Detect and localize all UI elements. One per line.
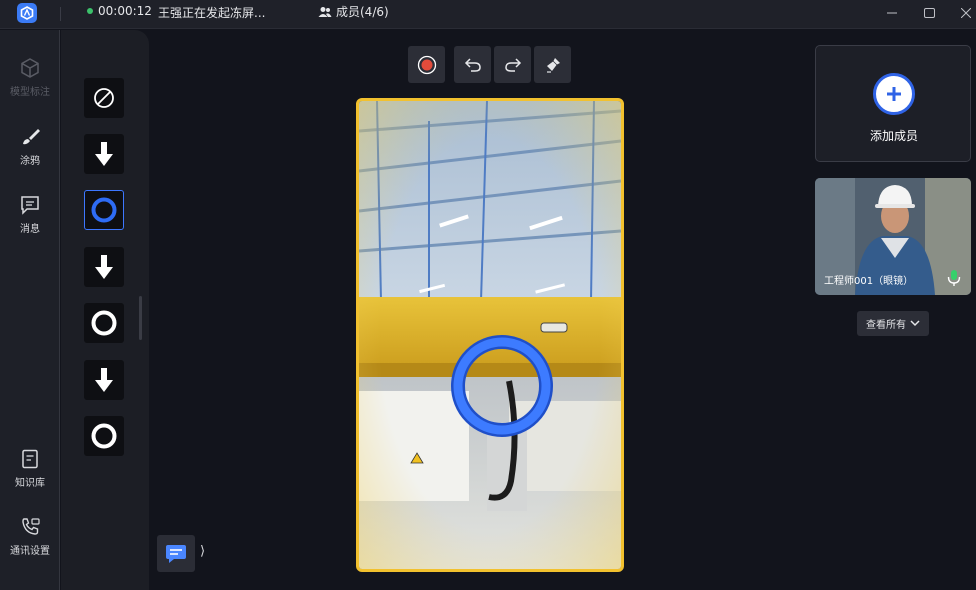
call-timer: 00:00:12	[98, 4, 152, 18]
nav-label: 涂鸦	[20, 156, 40, 167]
member-video-tile[interactable]: 工程师001（眼镜）	[815, 178, 971, 295]
tool-circle[interactable]	[84, 303, 124, 343]
record-button[interactable]	[408, 46, 445, 83]
record-icon	[417, 55, 436, 74]
plus-icon	[887, 87, 901, 101]
chevron-right-icon[interactable]: ⟩	[200, 544, 205, 559]
nav-label: 消息	[20, 224, 40, 235]
undo-button[interactable]	[454, 46, 491, 83]
member-name: 工程师001（眼镜）	[824, 276, 914, 287]
nav-label: 通讯设置	[10, 546, 50, 557]
circle-icon	[91, 423, 117, 449]
tool-arrow[interactable]	[84, 134, 124, 174]
nav-item-model-annotation[interactable]: 模型标注	[0, 57, 60, 98]
frozen-video-frame[interactable]	[356, 98, 624, 572]
divider	[60, 7, 61, 21]
annotation-tool-panel	[61, 30, 149, 590]
minimize-button[interactable]	[874, 0, 910, 26]
add-member-card[interactable]: 添加成员	[815, 45, 971, 162]
left-nav: 模型标注 涂鸦 消息 知识库 通讯设置	[0, 30, 60, 590]
app-logo-icon	[17, 3, 37, 23]
brush-icon	[23, 129, 40, 145]
tool-circle[interactable]	[84, 416, 124, 456]
arrow-down-icon	[95, 255, 113, 279]
nav-label: 知识库	[15, 478, 45, 489]
chevron-down-icon	[910, 320, 920, 327]
circle-icon	[91, 197, 117, 223]
cube-icon	[21, 58, 39, 78]
nav-item-comm-settings[interactable]: 通讯设置	[0, 516, 60, 557]
members-icon	[318, 6, 332, 17]
nav-label: 模型标注	[10, 87, 50, 98]
close-icon	[961, 8, 971, 18]
call-status-dot	[87, 8, 93, 14]
add-member-label: 添加成员	[869, 129, 918, 143]
nav-item-messages[interactable]: 消息	[0, 194, 60, 235]
chat-toggle-button[interactable]	[157, 535, 195, 572]
title-bar: 00:00:12 王强正在发起冻屏... 成员(4/6)	[0, 0, 976, 29]
tool-panel-scrollbar[interactable]	[139, 296, 142, 340]
phone-settings-icon	[22, 518, 40, 535]
book-icon	[22, 449, 38, 469]
message-icon	[21, 196, 39, 215]
tool-circle-selected[interactable]	[84, 190, 124, 230]
tool-arrow[interactable]	[84, 247, 124, 287]
factory-scene-image	[359, 101, 621, 569]
arrow-down-icon	[95, 142, 113, 166]
none-icon	[94, 88, 114, 108]
circle-icon	[91, 310, 117, 336]
microphone-icon	[947, 270, 961, 286]
nav-item-doodle[interactable]: 涂鸦	[0, 126, 60, 167]
members-count: 成员(4/6)	[336, 5, 389, 19]
view-all-label: 查看所有	[866, 320, 906, 331]
undo-icon	[464, 57, 481, 72]
redo-button[interactable]	[494, 46, 531, 83]
close-button[interactable]	[948, 0, 976, 26]
clear-icon	[546, 57, 560, 73]
maximize-icon	[923, 7, 935, 18]
clear-button[interactable]	[534, 46, 571, 83]
tool-none[interactable]	[84, 78, 124, 118]
maximize-button[interactable]	[911, 0, 947, 26]
add-member-button[interactable]	[873, 73, 915, 115]
chat-bubble-icon	[166, 544, 186, 563]
minimize-icon	[887, 12, 897, 14]
arrow-down-icon	[95, 368, 113, 392]
members-button[interactable]: 成员(4/6)	[318, 3, 389, 20]
freeze-notice: 王强正在发起冻屏...	[158, 6, 266, 20]
tool-arrow[interactable]	[84, 360, 124, 400]
view-all-button[interactable]: 查看所有	[857, 311, 929, 336]
nav-item-knowledge-base[interactable]: 知识库	[0, 448, 60, 489]
redo-icon	[504, 57, 521, 72]
